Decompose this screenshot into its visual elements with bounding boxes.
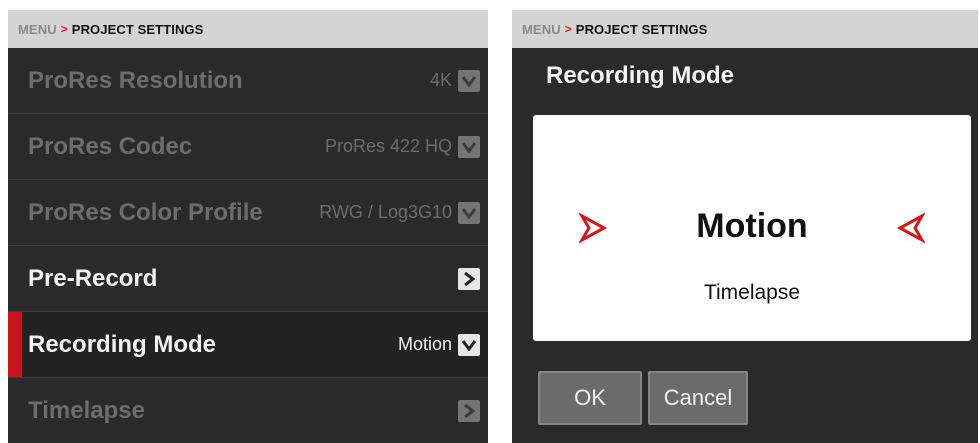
chevron-down-icon[interactable]	[458, 333, 480, 356]
menu-row-prores-resolution: ProRes Resolution 4K	[8, 48, 488, 114]
menu-row-pre-record[interactable]: Pre-Record	[8, 246, 488, 312]
row-value: 4K	[429, 70, 452, 90]
breadcrumb-menu[interactable]: MENU	[522, 22, 561, 37]
menu-row-timelapse: Timelapse	[8, 378, 488, 443]
breadcrumb-current: PROJECT SETTINGS	[71, 21, 204, 37]
project-settings-menu: MENU > PROJECT SETTINGS ProRes Resolutio…	[8, 10, 488, 443]
menu-row-prores-codec: ProRes Codec ProRes 422 HQ	[8, 114, 488, 180]
row-value: Motion	[397, 334, 452, 354]
breadcrumb-current: PROJECT SETTINGS	[575, 21, 708, 37]
row-value: ProRes 422 HQ	[324, 136, 452, 156]
next-option[interactable]: Timelapse	[533, 281, 971, 305]
breadcrumb-menu[interactable]: MENU	[18, 22, 57, 37]
breadcrumb: MENU > PROJECT SETTINGS	[8, 10, 488, 48]
selected-row-marker	[8, 312, 22, 377]
option-selector[interactable]: Motion Timelapse	[533, 115, 971, 341]
menu-row-recording-mode[interactable]: Recording Mode Motion	[8, 312, 488, 378]
chevron-right-icon[interactable]	[458, 267, 480, 290]
selector-arrow-right-icon[interactable]	[896, 212, 927, 248]
chevron-down-icon	[458, 201, 480, 224]
row-label: ProRes Color Profile	[28, 198, 263, 226]
row-label: Timelapse	[28, 396, 145, 424]
recording-mode-dialog: MENU > PROJECT SETTINGS Recording Mode M…	[512, 10, 978, 443]
breadcrumb-separator: >	[60, 22, 68, 36]
row-label: ProRes Resolution	[28, 66, 243, 94]
row-label: ProRes Codec	[28, 132, 193, 160]
row-label: Pre-Record	[28, 264, 158, 292]
breadcrumb-separator: >	[564, 22, 572, 36]
menu-row-prores-color-profile: ProRes Color Profile RWG / Log3G10	[8, 180, 488, 246]
cancel-button[interactable]: Cancel	[648, 371, 748, 425]
row-value: RWG / Log3G10	[319, 202, 452, 222]
chevron-down-icon	[458, 135, 480, 158]
breadcrumb: MENU > PROJECT SETTINGS	[512, 10, 978, 48]
chevron-down-icon	[458, 69, 480, 92]
dialog-title: Recording Mode	[546, 62, 735, 89]
chevron-right-icon	[458, 399, 480, 422]
ok-button[interactable]: OK	[538, 371, 642, 425]
row-label: Recording Mode	[28, 330, 217, 358]
